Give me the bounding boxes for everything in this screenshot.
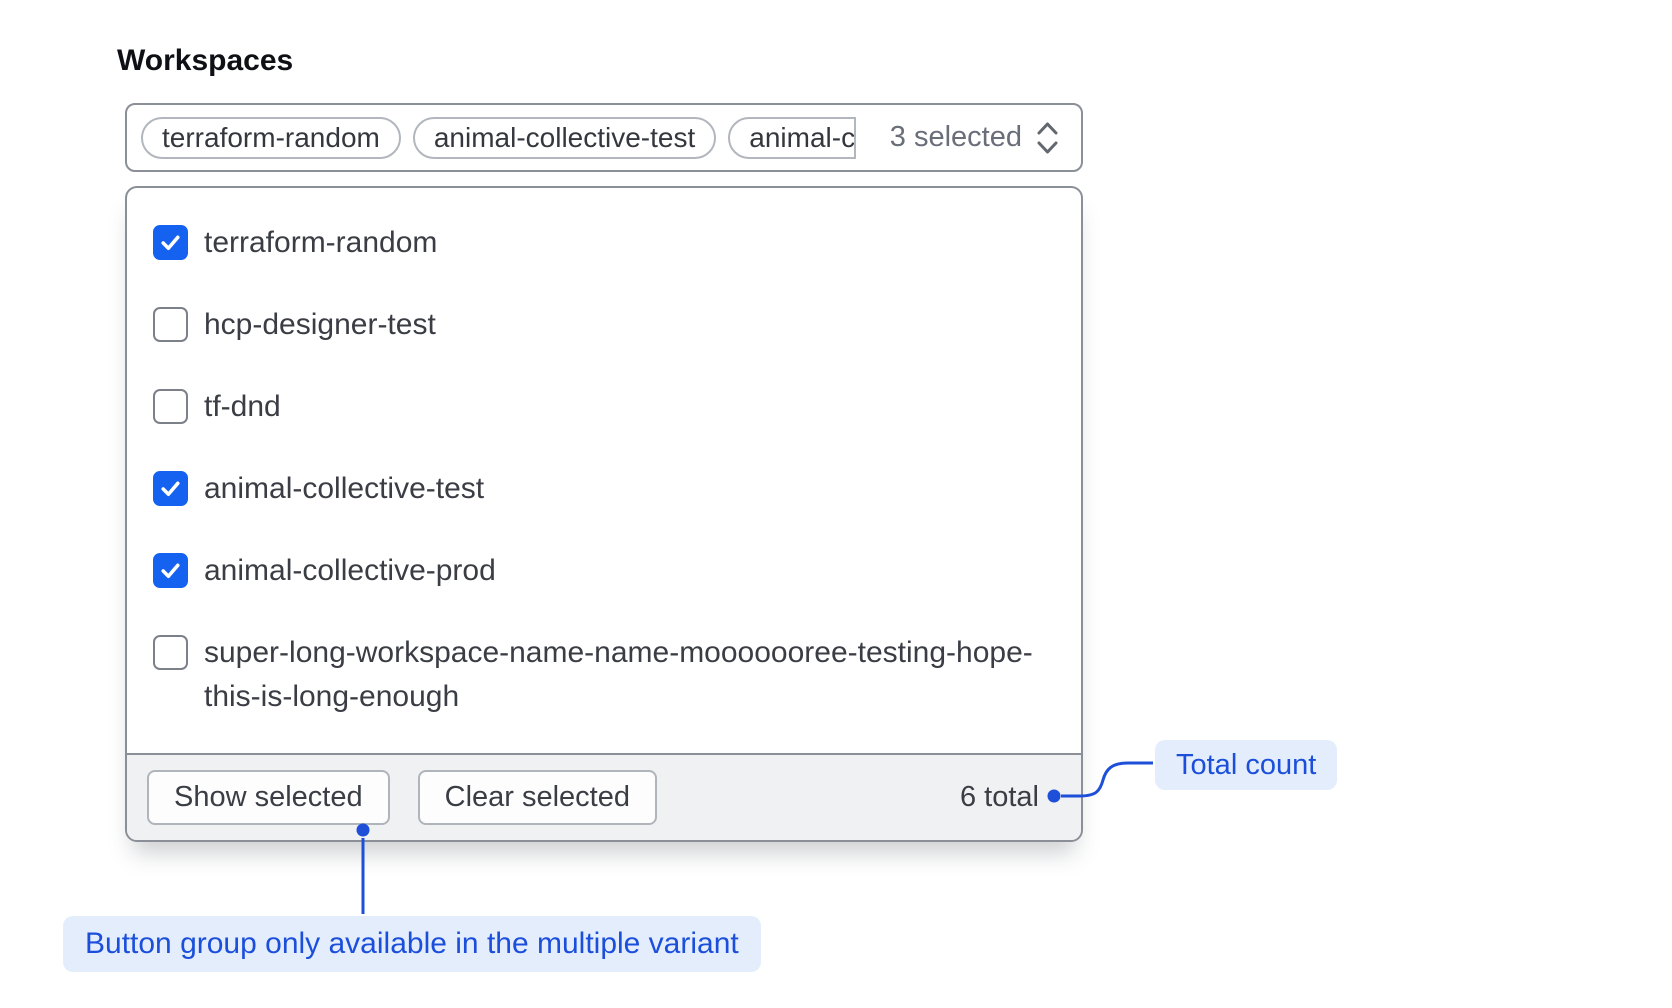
caret-sort-icon — [1034, 118, 1061, 158]
annotation-button-group: Button group only available in the multi… — [63, 916, 761, 972]
selected-count-label: 3 selected — [876, 121, 1022, 154]
selected-tag-truncated: animal-collective-prod — [728, 117, 856, 159]
check-icon — [158, 230, 183, 255]
option-list: terraform-random hcp-designer-test tf-dn… — [127, 188, 1081, 753]
option-checkbox[interactable] — [153, 307, 188, 342]
option-label: animal-collective-test — [204, 467, 484, 511]
show-selected-button[interactable]: Show selected — [147, 770, 390, 825]
dropdown-footer: Show selected Clear selected 6 total — [127, 753, 1081, 840]
option-row[interactable]: tf-dnd — [127, 366, 1081, 448]
option-label: tf-dnd — [204, 385, 281, 429]
selected-tag: terraform-random — [141, 117, 401, 159]
multiselect-dropdown: terraform-random hcp-designer-test tf-dn… — [125, 186, 1083, 842]
clear-selected-button[interactable]: Clear selected — [418, 770, 657, 825]
option-checkbox[interactable] — [153, 471, 188, 506]
option-label: hcp-designer-test — [204, 303, 436, 347]
option-row[interactable]: animal-collective-test — [127, 448, 1081, 530]
option-checkbox[interactable] — [153, 389, 188, 424]
option-label: animal-collective-prod — [204, 549, 496, 593]
option-row[interactable]: super-long-workspace-name-name-moooooore… — [127, 612, 1081, 738]
option-row[interactable]: terraform-random — [127, 202, 1081, 284]
option-row[interactable]: animal-collective-prod — [127, 530, 1081, 612]
annotation-total-count: Total count — [1155, 740, 1337, 790]
check-icon — [158, 558, 183, 583]
total-count-text: 6 total — [960, 781, 1039, 814]
option-label: super-long-workspace-name-name-moooooore… — [204, 631, 1053, 719]
option-checkbox[interactable] — [153, 635, 188, 670]
option-checkbox[interactable] — [153, 225, 188, 260]
selected-tag: animal-collective-test — [413, 117, 716, 159]
field-label-workspaces: Workspaces — [117, 44, 293, 78]
multiselect-trigger[interactable]: terraform-random animal-collective-test … — [125, 103, 1083, 172]
option-label: terraform-random — [204, 221, 437, 265]
check-icon — [158, 476, 183, 501]
option-checkbox[interactable] — [153, 553, 188, 588]
option-row[interactable]: hcp-designer-test — [127, 284, 1081, 366]
